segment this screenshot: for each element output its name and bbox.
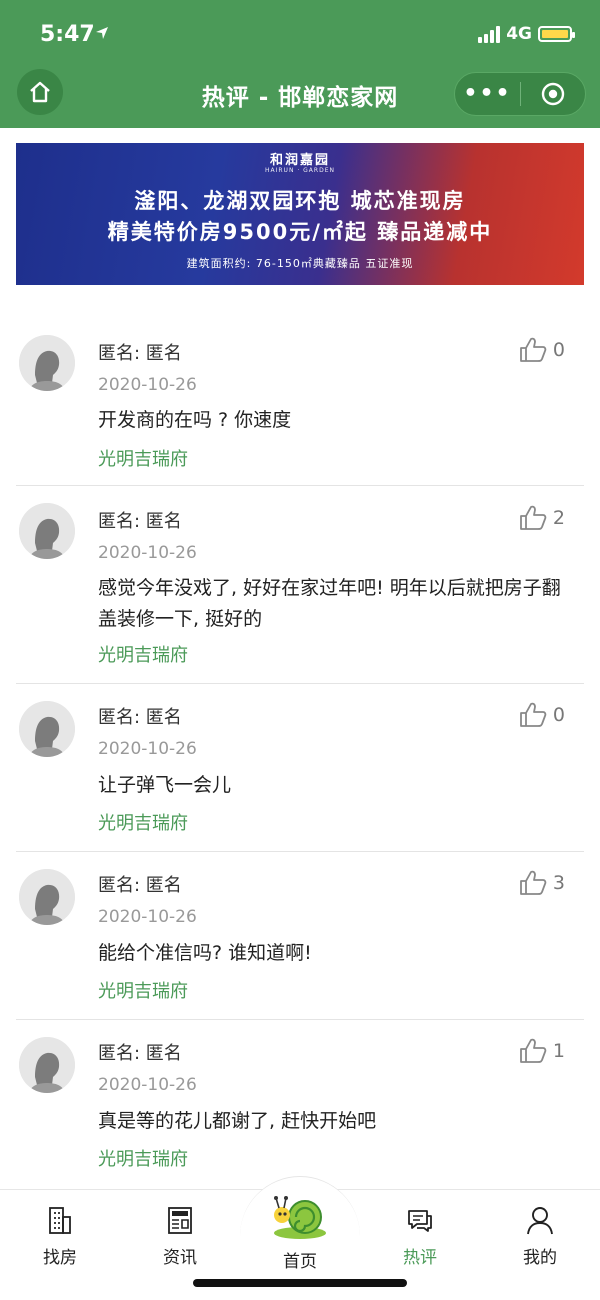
- like-count: 2: [552, 507, 565, 529]
- avatar[interactable]: [19, 701, 75, 757]
- commenter-name: 匿名: 匿名: [98, 511, 182, 532]
- comment-text: 真是等的花儿都谢了, 赶快开始吧: [98, 1110, 377, 1132]
- tab-news[interactable]: 资讯: [120, 1205, 240, 1268]
- comment-text: 让子弹飞一会儿: [98, 774, 232, 796]
- like-button[interactable]: 1: [519, 1038, 565, 1064]
- like-count: 1: [552, 1040, 565, 1062]
- banner-note: 建筑面积约: 76-150㎡典藏臻品 五证准现: [186, 257, 414, 270]
- avatar[interactable]: [19, 503, 75, 559]
- avatar[interactable]: [19, 869, 75, 925]
- miniprogram-capsule: •••: [454, 72, 586, 116]
- promo-banner[interactable]: 和润嘉园 HAIRUN · GARDEN 滏阳、龙湖双园环抱 城芯准现房 精美特…: [16, 143, 584, 285]
- network-type: 4G: [506, 24, 532, 44]
- like-button[interactable]: 2: [519, 505, 565, 531]
- commenter-name: 匿名: 匿名: [98, 875, 182, 896]
- comment-date: 2020-10-26: [98, 1075, 197, 1095]
- avatar[interactable]: [19, 335, 75, 391]
- banner-brand-sub: HAIRUN · GARDEN: [265, 167, 335, 174]
- tab-profile[interactable]: 我的: [480, 1205, 600, 1268]
- tab-hot-comments[interactable]: 热评: [360, 1205, 480, 1268]
- like-count: 0: [552, 704, 565, 726]
- like-button[interactable]: 0: [519, 337, 565, 363]
- target-icon: [541, 82, 565, 106]
- default-avatar-icon: [19, 701, 75, 757]
- like-count: 0: [552, 339, 565, 361]
- tab-label: 热评: [403, 1248, 437, 1268]
- tab-label: 首页: [283, 1252, 317, 1272]
- location-arrow-icon: [96, 27, 108, 39]
- like-button[interactable]: 0: [519, 702, 565, 728]
- battery-icon: [538, 26, 575, 42]
- tab-label: 我的: [523, 1248, 557, 1268]
- more-button[interactable]: •••: [455, 72, 520, 116]
- thumbs-up-icon: [520, 870, 547, 895]
- comment-date: 2020-10-26: [98, 739, 197, 759]
- comment-text: 能给个准信吗? 谁知道啊!: [98, 942, 312, 964]
- signal-icon: [478, 25, 501, 43]
- comment-item: 匿名: 匿名 2020-10-26 感觉今年没戏了, 好好在家过年吧! 明年以后…: [0, 486, 600, 684]
- building-icon: [49, 1207, 71, 1234]
- snail-logo-icon: [274, 1196, 326, 1239]
- default-avatar-icon: [19, 335, 75, 391]
- comment-text: 开发商的在吗 ? 你速度: [98, 409, 292, 431]
- like-button[interactable]: 3: [519, 870, 565, 896]
- default-avatar-icon: [19, 869, 75, 925]
- banner-headline: 滏阳、龙湖双园环抱 城芯准现房: [134, 189, 466, 213]
- comment-date: 2020-10-26: [98, 543, 197, 563]
- comment-item: 匿名: 匿名 2020-10-26 能给个准信吗? 谁知道啊! 光明吉瑞府 3: [0, 852, 600, 1020]
- like-count: 3: [552, 872, 565, 894]
- thumbs-up-icon: [520, 337, 547, 362]
- project-tag[interactable]: 光明吉瑞府: [98, 977, 188, 1003]
- thumbs-up-icon: [520, 1038, 547, 1063]
- banner-price-line: 精美特价房9500元/㎡起 臻品递减中: [107, 220, 493, 244]
- status-time: 5:47: [40, 22, 95, 47]
- home-indicator[interactable]: [193, 1279, 407, 1287]
- status-indicators: 4G: [478, 24, 575, 44]
- comment-item: 匿名: 匿名 2020-10-26 真是等的花儿都谢了, 赶快开始吧 光明吉瑞府…: [0, 1020, 600, 1188]
- thumbs-up-icon: [520, 702, 547, 727]
- avatar[interactable]: [19, 1037, 75, 1093]
- project-tag[interactable]: 光明吉瑞府: [98, 1145, 188, 1171]
- comment-item: 匿名: 匿名 2020-10-26 开发商的在吗 ? 你速度 光明吉瑞府 0: [0, 318, 600, 486]
- tab-home[interactable]: 首页: [240, 1193, 360, 1272]
- commenter-name: 匿名: 匿名: [98, 1043, 182, 1064]
- comment-text: 感觉今年没戏了, 好好在家过年吧! 明年以后就把房子翻盖装修一下, 挺好的: [98, 577, 561, 630]
- app-header: 5:47 4G 热评 - 邯郸恋家网 •••: [0, 0, 600, 128]
- commenter-name: 匿名: 匿名: [98, 707, 182, 728]
- news-icon: [168, 1207, 192, 1234]
- comment-item: 匿名: 匿名 2020-10-26 让子弹飞一会儿 光明吉瑞府 0: [0, 684, 600, 852]
- tab-label: 找房: [43, 1248, 77, 1268]
- thumbs-up-icon: [520, 505, 547, 530]
- default-avatar-icon: [19, 503, 75, 559]
- project-tag[interactable]: 光明吉瑞府: [98, 641, 188, 667]
- project-tag[interactable]: 光明吉瑞府: [98, 445, 188, 471]
- default-avatar-icon: [19, 1037, 75, 1093]
- close-miniprogram-button[interactable]: [521, 81, 585, 107]
- tab-find-house[interactable]: 找房: [0, 1205, 120, 1268]
- tab-label: 资讯: [163, 1248, 197, 1268]
- banner-brand: 和润嘉园: [269, 153, 330, 168]
- user-icon: [527, 1207, 553, 1235]
- comment-date: 2020-10-26: [98, 375, 197, 395]
- commenter-name: 匿名: 匿名: [98, 343, 182, 364]
- comment-date: 2020-10-26: [98, 907, 197, 927]
- chat-icon: [408, 1210, 432, 1232]
- project-tag[interactable]: 光明吉瑞府: [98, 809, 188, 835]
